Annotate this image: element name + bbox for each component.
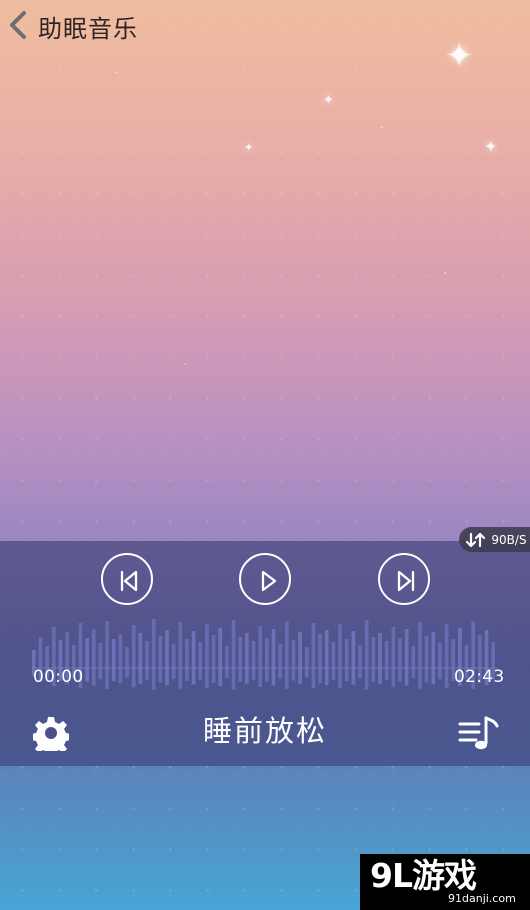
waveform-bar (225, 646, 229, 678)
top-navigation-bar: 助眠音乐 (0, 0, 530, 52)
waveform-bar (138, 633, 143, 684)
waveform-bar (338, 624, 342, 688)
song-title: 睡前放松 (202, 714, 327, 748)
waveform-bar (185, 639, 189, 682)
previous-button[interactable] (101, 553, 153, 605)
chevron-left-icon (10, 11, 26, 39)
current-time: 00:00 (33, 667, 84, 687)
watermark: 9L游戏 91danji.com (360, 854, 530, 910)
waveform-bar (238, 637, 243, 682)
next-button[interactable] (378, 553, 430, 605)
waveform-bar (311, 623, 316, 689)
waveform-bar (411, 646, 416, 678)
waveform-bar (111, 639, 116, 682)
waveform-bar (364, 620, 369, 690)
skip-next-icon (397, 570, 415, 592)
network-speed-badge: 90B/S (459, 527, 530, 552)
waveform-bar (358, 645, 362, 679)
waveform-bar (304, 647, 309, 678)
playlist-music-icon (458, 716, 499, 750)
waveform-bar (125, 647, 129, 678)
waveform-bar (331, 642, 336, 680)
waveform-bar (105, 621, 109, 690)
waveform-bar (298, 632, 302, 685)
watermark-logo: 9L游戏 (370, 856, 477, 895)
waveform-bar (438, 643, 442, 680)
waveform-bar (324, 630, 329, 686)
waveform-bar (165, 630, 169, 686)
waveform-bar (211, 635, 216, 683)
waveform-bar (418, 622, 422, 689)
waveform-bar (278, 644, 282, 679)
waveform-bar (424, 636, 429, 683)
sparkle-icon: ✦ (323, 93, 334, 108)
waveform-bar (205, 624, 209, 688)
waveform-bar (431, 632, 436, 685)
waveform-bar (318, 634, 322, 684)
waveform-bar (118, 634, 123, 684)
play-button[interactable] (239, 553, 291, 605)
waveform-bar (351, 631, 356, 685)
playlist-button[interactable] (458, 713, 500, 759)
waveform-bar (258, 626, 262, 687)
play-icon (261, 570, 277, 592)
waveform-bar (344, 639, 349, 682)
waveform-bar (145, 641, 149, 681)
waveform-bar (378, 633, 382, 684)
waveform-bar (158, 636, 163, 683)
watermark-domain: 91danji.com (448, 892, 516, 905)
waveform-bars (32, 619, 495, 691)
skip-previous-icon (120, 570, 138, 592)
waveform-bar (191, 631, 196, 685)
waveform-bar (384, 641, 389, 681)
waveform-bar (98, 643, 103, 680)
starry-background (0, 0, 530, 910)
waveform-bar (444, 624, 449, 688)
sparkle-icon: ✦ (244, 141, 254, 154)
waveform-bar (251, 641, 256, 681)
page-title: 助眠音乐 (38, 14, 138, 43)
sleep-music-screen: ✦ ✦ ✦ ✦ 助眠音乐 90B/S 00:00 02:43 睡前放松 9L游戏… (0, 0, 530, 910)
waveform-bar (91, 629, 96, 686)
waveform-bar (198, 642, 203, 680)
waveform-bar (404, 629, 409, 686)
waveform-bar (271, 629, 276, 686)
waveform-bar (85, 638, 89, 682)
waveform-bar (391, 627, 396, 687)
waveform-bar (284, 621, 289, 690)
waveform-bar (178, 622, 183, 689)
waveform-bar (218, 628, 223, 686)
network-speed-text: 90B/S (491, 532, 527, 547)
waveform-bar (291, 640, 296, 681)
waveform-bar (245, 633, 249, 684)
waveform-bar (131, 625, 136, 688)
waveform-bar (231, 620, 236, 690)
duration-time: 02:43 (454, 667, 505, 687)
back-button[interactable] (0, 0, 34, 52)
waveform-bar (371, 637, 376, 682)
waveform-bar (398, 638, 402, 682)
audio-waveform-progress[interactable] (32, 612, 498, 706)
up-down-arrows-icon (466, 532, 486, 547)
waveform-bar (265, 638, 269, 682)
sparkle-icon: ✦ (484, 137, 498, 156)
waveform-bar (151, 619, 156, 691)
waveform-bar (171, 644, 176, 679)
